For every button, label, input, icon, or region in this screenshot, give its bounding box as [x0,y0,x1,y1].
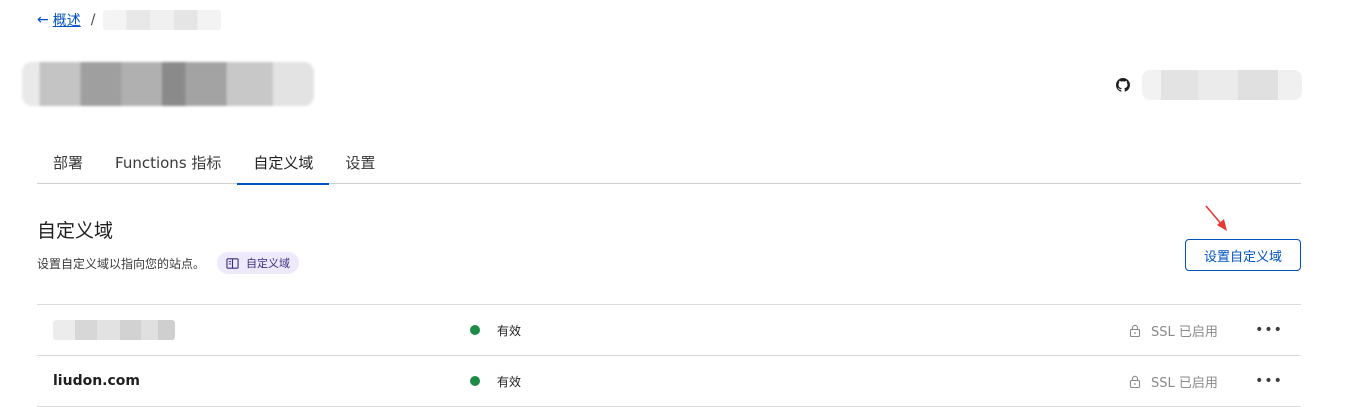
breadcrumb: ← 概述 / [37,10,222,30]
status-cell: 有效 [470,305,521,355]
ssl-label: SSL 已启用 [1151,324,1218,340]
ellipsis-icon: ••• [1255,373,1283,389]
tab-functions-metrics[interactable]: Functions 指标 [99,140,237,184]
status-dot-icon [470,325,480,335]
breadcrumb-back-link[interactable]: ← 概述 [37,10,81,30]
arrow-left-icon: ← [37,12,49,28]
lock-icon [1129,375,1141,388]
ssl-cell: SSL 已启用 [1129,356,1218,406]
custom-domains-table: 有效 SSL 已启用 ••• liudon.com 有效 SSL 已启用 ••• [37,304,1301,407]
breadcrumb-current-blurred [103,10,222,30]
section-description-row: 设置自定义域以指向您的站点。 自定义域 [37,252,300,274]
book-icon [226,257,239,269]
project-title-blurred [22,62,314,106]
ssl-cell: SSL 已启用 [1129,305,1218,355]
project-tabs: 部署 Functions 指标 自定义域 设置 [37,140,1301,185]
section-title: 自定义域 [37,220,114,242]
repo-name-blurred [1142,70,1302,100]
lock-icon [1129,324,1141,337]
domain-name-cell: liudon.com [53,356,140,406]
status-label: 有效 [497,323,522,338]
tab-custom-domains[interactable]: 自定义域 [237,140,330,185]
breadcrumb-separator: / [90,12,96,28]
section-description: 设置自定义域以指向您的站点。 [37,256,206,271]
github-icon [1116,78,1130,92]
pages-project-custom-domains: ← 概述 / 部署 Functions 指标 自定义域 设置 自定义域 设置自定… [0,0,1362,407]
status-label: 有效 [497,374,522,389]
table-row: liudon.com 有效 SSL 已启用 ••• [37,356,1301,407]
domain-name-blurred [53,320,175,340]
status-dot-icon [470,376,480,386]
domain-name[interactable]: liudon.com [53,373,140,389]
more-actions-button[interactable]: ••• [1255,371,1283,391]
more-actions-button[interactable]: ••• [1255,320,1283,340]
annotation-arrow-icon [1205,205,1227,231]
ellipsis-icon: ••• [1255,322,1283,338]
repo-link[interactable] [1116,70,1302,100]
tab-settings[interactable]: 设置 [329,140,391,184]
status-cell: 有效 [470,356,521,406]
table-row: 有效 SSL 已启用 ••• [37,305,1301,356]
breadcrumb-back-label: 概述 [52,13,81,29]
ssl-label: SSL 已启用 [1151,375,1218,391]
docs-link-label: 自定义域 [246,257,291,270]
docs-link-badge[interactable]: 自定义域 [217,252,300,274]
domain-name-cell [53,305,175,355]
tab-deployments[interactable]: 部署 [37,140,99,184]
setup-custom-domain-button[interactable]: 设置自定义域 [1185,239,1301,271]
